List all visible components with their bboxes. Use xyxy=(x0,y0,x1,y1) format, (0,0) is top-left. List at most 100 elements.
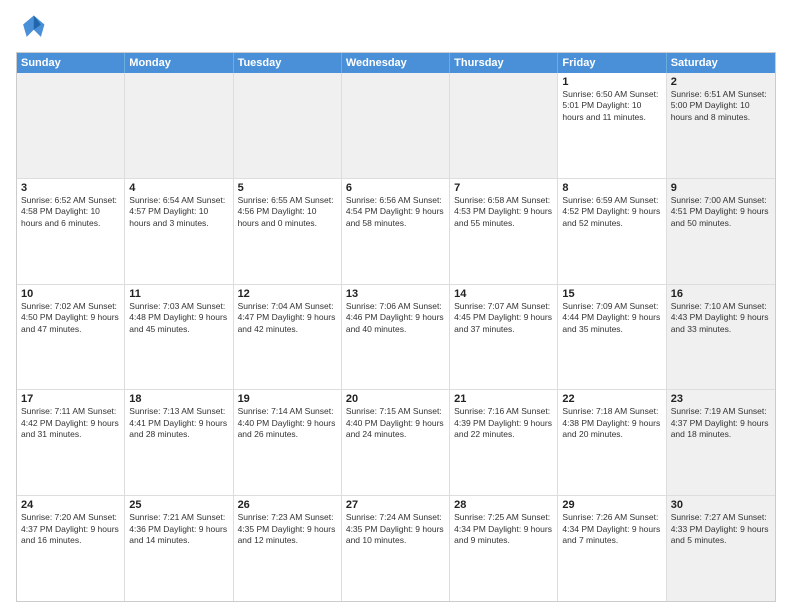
header-day-thursday: Thursday xyxy=(450,53,558,73)
day-number: 6 xyxy=(346,182,445,194)
calendar-body: 1Sunrise: 6:50 AM Sunset: 5:01 PM Daylig… xyxy=(17,73,775,601)
logo-icon xyxy=(16,12,48,44)
calendar-cell-26: 26Sunrise: 7:23 AM Sunset: 4:35 PM Dayli… xyxy=(234,496,342,601)
calendar-cell-24: 24Sunrise: 7:20 AM Sunset: 4:37 PM Dayli… xyxy=(17,496,125,601)
header-day-tuesday: Tuesday xyxy=(234,53,342,73)
calendar-cell-16: 16Sunrise: 7:10 AM Sunset: 4:43 PM Dayli… xyxy=(667,285,775,390)
day-info: Sunrise: 7:07 AM Sunset: 4:45 PM Dayligh… xyxy=(454,301,553,335)
day-number: 10 xyxy=(21,288,120,300)
day-info: Sunrise: 7:20 AM Sunset: 4:37 PM Dayligh… xyxy=(21,512,120,546)
day-info: Sunrise: 7:03 AM Sunset: 4:48 PM Dayligh… xyxy=(129,301,228,335)
day-info: Sunrise: 7:19 AM Sunset: 4:37 PM Dayligh… xyxy=(671,406,771,440)
calendar-cell-29: 29Sunrise: 7:26 AM Sunset: 4:34 PM Dayli… xyxy=(558,496,666,601)
calendar-cell-1: 1Sunrise: 6:50 AM Sunset: 5:01 PM Daylig… xyxy=(558,73,666,178)
day-info: Sunrise: 7:09 AM Sunset: 4:44 PM Dayligh… xyxy=(562,301,661,335)
calendar-cell-27: 27Sunrise: 7:24 AM Sunset: 4:35 PM Dayli… xyxy=(342,496,450,601)
day-number: 3 xyxy=(21,182,120,194)
day-info: Sunrise: 7:27 AM Sunset: 4:33 PM Dayligh… xyxy=(671,512,771,546)
day-number: 11 xyxy=(129,288,228,300)
calendar-cell-18: 18Sunrise: 7:13 AM Sunset: 4:41 PM Dayli… xyxy=(125,390,233,495)
day-number: 19 xyxy=(238,393,337,405)
calendar-cell-13: 13Sunrise: 7:06 AM Sunset: 4:46 PM Dayli… xyxy=(342,285,450,390)
day-number: 30 xyxy=(671,499,771,511)
day-info: Sunrise: 7:21 AM Sunset: 4:36 PM Dayligh… xyxy=(129,512,228,546)
calendar-cell-21: 21Sunrise: 7:16 AM Sunset: 4:39 PM Dayli… xyxy=(450,390,558,495)
calendar-cell-25: 25Sunrise: 7:21 AM Sunset: 4:36 PM Dayli… xyxy=(125,496,233,601)
day-info: Sunrise: 7:11 AM Sunset: 4:42 PM Dayligh… xyxy=(21,406,120,440)
calendar-week-1: 1Sunrise: 6:50 AM Sunset: 5:01 PM Daylig… xyxy=(17,73,775,179)
calendar-cell-empty-0-3 xyxy=(342,73,450,178)
calendar-cell-20: 20Sunrise: 7:15 AM Sunset: 4:40 PM Dayli… xyxy=(342,390,450,495)
day-info: Sunrise: 6:54 AM Sunset: 4:57 PM Dayligh… xyxy=(129,195,228,229)
calendar-cell-23: 23Sunrise: 7:19 AM Sunset: 4:37 PM Dayli… xyxy=(667,390,775,495)
day-number: 7 xyxy=(454,182,553,194)
calendar-cell-empty-0-1 xyxy=(125,73,233,178)
day-number: 5 xyxy=(238,182,337,194)
calendar-cell-28: 28Sunrise: 7:25 AM Sunset: 4:34 PM Dayli… xyxy=(450,496,558,601)
day-number: 4 xyxy=(129,182,228,194)
calendar-cell-22: 22Sunrise: 7:18 AM Sunset: 4:38 PM Dayli… xyxy=(558,390,666,495)
calendar-cell-7: 7Sunrise: 6:58 AM Sunset: 4:53 PM Daylig… xyxy=(450,179,558,284)
calendar-cell-14: 14Sunrise: 7:07 AM Sunset: 4:45 PM Dayli… xyxy=(450,285,558,390)
day-number: 14 xyxy=(454,288,553,300)
calendar-cell-6: 6Sunrise: 6:56 AM Sunset: 4:54 PM Daylig… xyxy=(342,179,450,284)
calendar-header: SundayMondayTuesdayWednesdayThursdayFrid… xyxy=(17,53,775,73)
calendar-cell-3: 3Sunrise: 6:52 AM Sunset: 4:58 PM Daylig… xyxy=(17,179,125,284)
header xyxy=(16,12,776,44)
day-info: Sunrise: 7:00 AM Sunset: 4:51 PM Dayligh… xyxy=(671,195,771,229)
day-info: Sunrise: 7:10 AM Sunset: 4:43 PM Dayligh… xyxy=(671,301,771,335)
day-number: 16 xyxy=(671,288,771,300)
calendar: SundayMondayTuesdayWednesdayThursdayFrid… xyxy=(16,52,776,602)
day-info: Sunrise: 7:26 AM Sunset: 4:34 PM Dayligh… xyxy=(562,512,661,546)
header-day-wednesday: Wednesday xyxy=(342,53,450,73)
calendar-cell-5: 5Sunrise: 6:55 AM Sunset: 4:56 PM Daylig… xyxy=(234,179,342,284)
day-info: Sunrise: 6:59 AM Sunset: 4:52 PM Dayligh… xyxy=(562,195,661,229)
calendar-cell-19: 19Sunrise: 7:14 AM Sunset: 4:40 PM Dayli… xyxy=(234,390,342,495)
calendar-cell-15: 15Sunrise: 7:09 AM Sunset: 4:44 PM Dayli… xyxy=(558,285,666,390)
day-info: Sunrise: 6:58 AM Sunset: 4:53 PM Dayligh… xyxy=(454,195,553,229)
day-number: 12 xyxy=(238,288,337,300)
day-info: Sunrise: 7:24 AM Sunset: 4:35 PM Dayligh… xyxy=(346,512,445,546)
calendar-cell-2: 2Sunrise: 6:51 AM Sunset: 5:00 PM Daylig… xyxy=(667,73,775,178)
day-info: Sunrise: 6:51 AM Sunset: 5:00 PM Dayligh… xyxy=(671,89,771,123)
day-info: Sunrise: 7:23 AM Sunset: 4:35 PM Dayligh… xyxy=(238,512,337,546)
calendar-week-3: 10Sunrise: 7:02 AM Sunset: 4:50 PM Dayli… xyxy=(17,285,775,391)
calendar-cell-11: 11Sunrise: 7:03 AM Sunset: 4:48 PM Dayli… xyxy=(125,285,233,390)
day-number: 15 xyxy=(562,288,661,300)
day-info: Sunrise: 7:18 AM Sunset: 4:38 PM Dayligh… xyxy=(562,406,661,440)
day-number: 13 xyxy=(346,288,445,300)
day-info: Sunrise: 7:06 AM Sunset: 4:46 PM Dayligh… xyxy=(346,301,445,335)
day-info: Sunrise: 7:15 AM Sunset: 4:40 PM Dayligh… xyxy=(346,406,445,440)
calendar-cell-empty-0-2 xyxy=(234,73,342,178)
header-day-saturday: Saturday xyxy=(667,53,775,73)
day-info: Sunrise: 7:13 AM Sunset: 4:41 PM Dayligh… xyxy=(129,406,228,440)
day-number: 28 xyxy=(454,499,553,511)
day-number: 2 xyxy=(671,76,771,88)
day-info: Sunrise: 7:02 AM Sunset: 4:50 PM Dayligh… xyxy=(21,301,120,335)
calendar-cell-10: 10Sunrise: 7:02 AM Sunset: 4:50 PM Dayli… xyxy=(17,285,125,390)
calendar-cell-30: 30Sunrise: 7:27 AM Sunset: 4:33 PM Dayli… xyxy=(667,496,775,601)
calendar-cell-17: 17Sunrise: 7:11 AM Sunset: 4:42 PM Dayli… xyxy=(17,390,125,495)
header-day-monday: Monday xyxy=(125,53,233,73)
day-info: Sunrise: 7:16 AM Sunset: 4:39 PM Dayligh… xyxy=(454,406,553,440)
day-number: 17 xyxy=(21,393,120,405)
header-day-friday: Friday xyxy=(558,53,666,73)
day-number: 20 xyxy=(346,393,445,405)
calendar-week-2: 3Sunrise: 6:52 AM Sunset: 4:58 PM Daylig… xyxy=(17,179,775,285)
day-info: Sunrise: 6:55 AM Sunset: 4:56 PM Dayligh… xyxy=(238,195,337,229)
day-number: 29 xyxy=(562,499,661,511)
page: SundayMondayTuesdayWednesdayThursdayFrid… xyxy=(0,0,792,612)
day-number: 22 xyxy=(562,393,661,405)
day-number: 24 xyxy=(21,499,120,511)
calendar-week-5: 24Sunrise: 7:20 AM Sunset: 4:37 PM Dayli… xyxy=(17,496,775,601)
calendar-cell-12: 12Sunrise: 7:04 AM Sunset: 4:47 PM Dayli… xyxy=(234,285,342,390)
calendar-cell-8: 8Sunrise: 6:59 AM Sunset: 4:52 PM Daylig… xyxy=(558,179,666,284)
day-info: Sunrise: 6:56 AM Sunset: 4:54 PM Dayligh… xyxy=(346,195,445,229)
day-number: 27 xyxy=(346,499,445,511)
day-info: Sunrise: 7:25 AM Sunset: 4:34 PM Dayligh… xyxy=(454,512,553,546)
calendar-cell-empty-0-4 xyxy=(450,73,558,178)
day-info: Sunrise: 7:04 AM Sunset: 4:47 PM Dayligh… xyxy=(238,301,337,335)
day-number: 25 xyxy=(129,499,228,511)
calendar-cell-9: 9Sunrise: 7:00 AM Sunset: 4:51 PM Daylig… xyxy=(667,179,775,284)
day-number: 21 xyxy=(454,393,553,405)
